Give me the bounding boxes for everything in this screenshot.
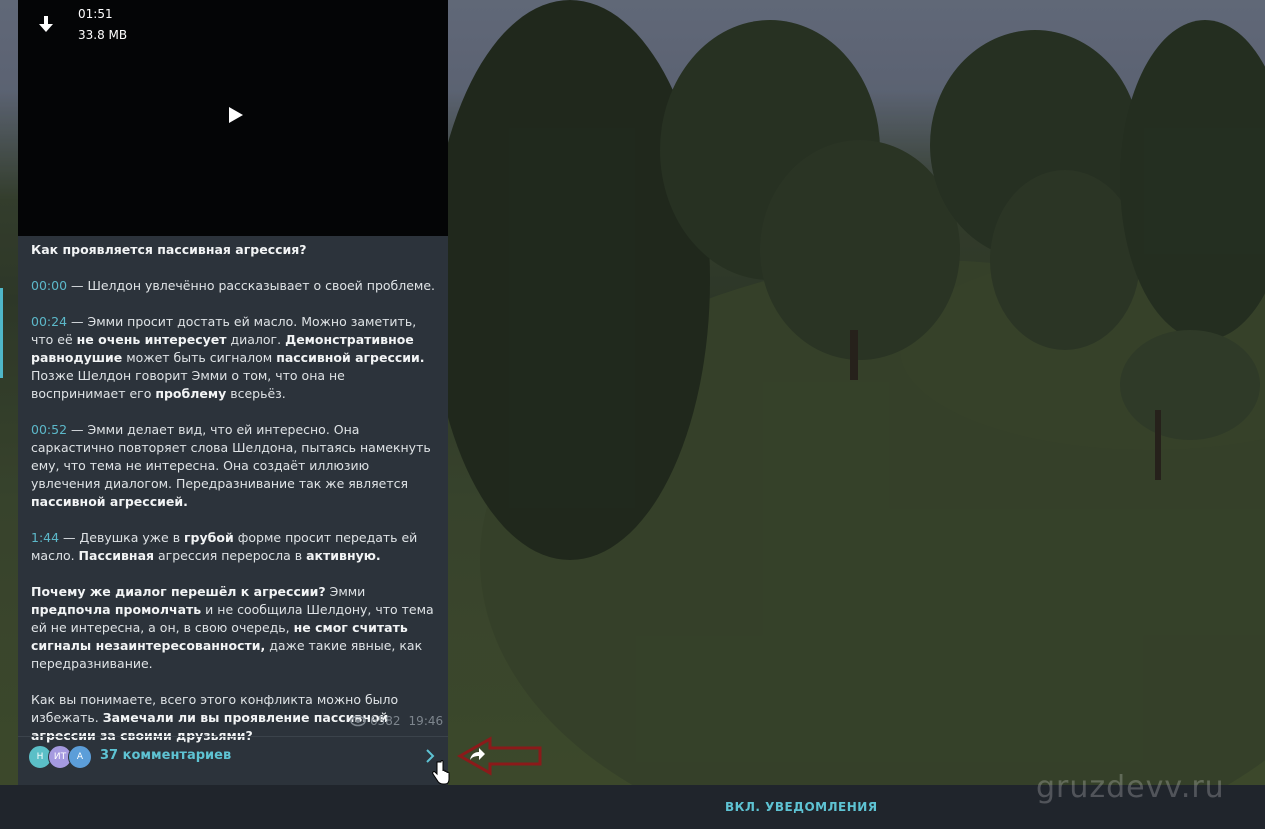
timestamp-link[interactable]: 00:24 [31, 314, 67, 329]
eye-icon [350, 715, 366, 727]
post-title: Как проявляется пассивная агрессия? [31, 242, 307, 257]
post-text: Как проявляется пассивная агрессия? 00:0… [31, 242, 436, 743]
unread-indicator [0, 288, 3, 378]
view-count: 6582 [370, 714, 401, 728]
download-arrow-icon[interactable] [37, 14, 55, 34]
hand-cursor-icon [432, 760, 450, 785]
post-meta: 6582 19:46 [350, 714, 443, 728]
play-icon[interactable] [226, 105, 246, 125]
comments-label[interactable]: 37 комментариев [100, 748, 231, 763]
post-time: 19:46 [408, 714, 444, 728]
watermark: gruzdevv.ru [1036, 770, 1225, 805]
video-size: 33.8 MB [78, 28, 128, 42]
video-meta: 01:51 33.8 MB [78, 4, 127, 46]
share-icon[interactable] [467, 745, 487, 763]
timestamp-link[interactable]: 00:52 [31, 422, 67, 437]
avatar: А [68, 745, 92, 769]
video-player[interactable]: 01:51 33.8 MB [18, 0, 448, 236]
video-duration: 01:51 [78, 7, 113, 21]
timestamp-link[interactable]: 00:00 [31, 278, 67, 293]
comments-button[interactable]: Н ИТ А 37 комментариев [18, 736, 448, 779]
enable-notifications-button[interactable]: ВКЛ. УВЕДОМЛЕНИЯ [725, 800, 878, 814]
timestamp-link[interactable]: 1:44 [31, 530, 59, 545]
channel-post: 01:51 33.8 MB Как проявляется пассивная … [18, 0, 448, 785]
